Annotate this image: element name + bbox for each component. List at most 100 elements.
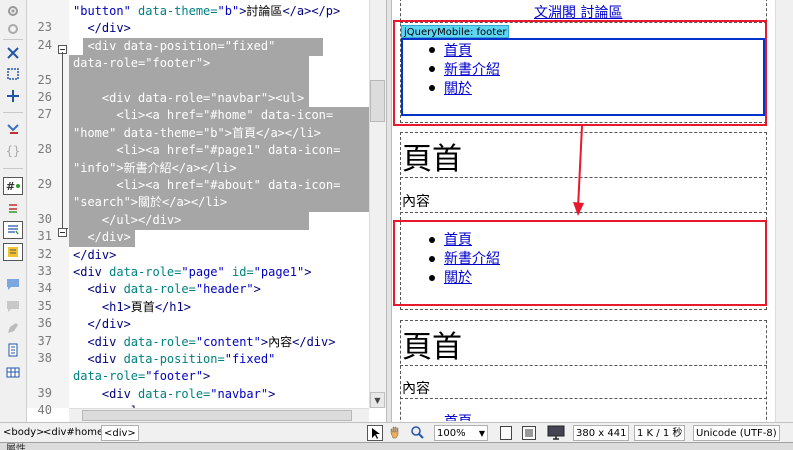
document-icon[interactable] — [3, 341, 23, 359]
code-token: <div — [73, 265, 102, 279]
code-token: <h1> — [73, 299, 131, 314]
line-number-gutter: 23 24 25 26 27 28 29 30 31 32 33 34 35 36 37 38 39 40 — [27, 0, 69, 417]
selection-highlight — [69, 72, 309, 91]
code-token: "#page1" — [203, 143, 261, 158]
line-number: 34 — [37, 281, 52, 296]
code-line[interactable]: <div data-role="header"> — [73, 281, 260, 298]
page1-header: 頁首 — [402, 142, 462, 177]
window-size-readout[interactable]: 380 x 441 — [573, 425, 630, 441]
code-line[interactable]: <div data-position="fixed" — [73, 351, 275, 368]
code-token: </h1> — [154, 299, 191, 314]
code-line[interactable]: "home" data-theme="b">首頁</a></li> — [73, 125, 321, 142]
code-line[interactable]: </ul></div> — [73, 212, 181, 229]
line-number: 40 — [37, 403, 52, 418]
code-token: "fixed" — [224, 352, 276, 366]
code-line[interactable]: data-role="footer"> — [73, 368, 210, 385]
properties-panel-bar[interactable]: 屬性 — [0, 442, 793, 450]
code-token: <li><a — [73, 143, 160, 158]
comment-icon[interactable] — [3, 120, 23, 138]
code-line[interactable]: <div data-role="content">內容</div> — [73, 334, 335, 351]
design-vertical-scrollbar[interactable] — [775, 0, 793, 422]
desktop-size-icon[interactable] — [546, 425, 566, 441]
code-token: "navbar" — [210, 386, 269, 401]
code-line[interactable]: </div> — [73, 229, 130, 246]
code-token: > — [203, 369, 211, 384]
page1-content: 內容 — [402, 194, 430, 210]
code-line[interactable]: <div data-position="fixed" — [73, 38, 275, 55]
code-token: data-role= — [101, 265, 182, 279]
select-block-icon[interactable] — [3, 65, 23, 83]
code-token: data-role= — [73, 56, 146, 71]
code-vertical-scrollbar[interactable] — [369, 0, 386, 408]
code-token: href= — [159, 178, 204, 192]
code-token: data-icon= — [253, 108, 334, 123]
code-token: data-role= — [130, 91, 211, 105]
code-token: data-position= — [116, 352, 225, 366]
tag-selector-div[interactable]: <div> — [101, 425, 139, 441]
code-token: <div — [73, 282, 117, 297]
scroll-down-arrow-icon[interactable]: ▼ — [370, 392, 385, 408]
line-number: 37 — [37, 333, 52, 348]
page2-partial-link[interactable]: 首頁 — [444, 411, 472, 421]
pencil-icon[interactable] — [3, 319, 23, 337]
tablet-size-icon[interactable] — [522, 426, 536, 440]
gear-icon[interactable] — [3, 2, 23, 20]
top-nav-link[interactable]: 文淵閣 討論區 — [534, 2, 622, 22]
code-line[interactable]: "info">新書介紹</a></li> — [73, 160, 237, 177]
code-line[interactable]: <h1>頁首</h1> — [73, 299, 191, 316]
code-line[interactable]: "search">關於</a></li> — [73, 194, 227, 211]
code-token: 頁首 — [130, 299, 155, 314]
zoom-tool-icon[interactable] — [410, 425, 426, 441]
code-line[interactable]: <div data-role="navbar"><ul> — [73, 90, 304, 107]
code-token: "#about" — [203, 178, 261, 192]
code-token: </div> — [292, 334, 336, 349]
code-view[interactable]: "button" data-theme="b">討論區</a></p> </di… — [69, 0, 369, 408]
remove-comment-icon[interactable] — [3, 297, 23, 315]
code-token: "#home" — [203, 108, 254, 123]
code-line[interactable]: "button" data-theme="b">討論區</a></p> — [73, 3, 340, 20]
code-token: "info" — [73, 160, 117, 175]
hash-icon[interactable]: # — [3, 177, 23, 195]
code-token: "footer" — [145, 369, 204, 384]
code-token: id= — [224, 265, 254, 279]
hand-tool-icon[interactable] — [388, 425, 404, 441]
line-number: 28 — [37, 142, 52, 157]
format-icon[interactable] — [3, 243, 23, 261]
code-line[interactable]: <li><a href="#home" data-icon= — [73, 107, 333, 124]
code-line[interactable]: </div> — [73, 20, 130, 37]
code-token: data-role= — [116, 282, 196, 297]
comment-bubble-icon[interactable] — [3, 275, 23, 293]
pointer-tool-icon[interactable] — [367, 425, 383, 441]
code-line[interactable]: </div> — [73, 247, 116, 264]
properties-panel-label[interactable]: 屬性 — [6, 440, 26, 450]
table-icon[interactable] — [3, 363, 23, 381]
code-line[interactable]: </div> — [73, 316, 131, 333]
braces-icon[interactable]: {} — [3, 142, 23, 160]
code-vertical-scroll-thumb[interactable] — [370, 80, 385, 122]
design-view[interactable]: 文淵閣 討論區 jQueryMobile: footer 首頁 新書介紹 關於 … — [392, 0, 775, 422]
code-horizontal-scroll-thumb[interactable] — [82, 410, 352, 421]
code-token: > — [203, 56, 211, 71]
fold-collapse-31-icon[interactable] — [58, 228, 67, 237]
zoom-select[interactable]: 100% ▼ — [434, 425, 488, 441]
collapse-icon[interactable] — [3, 87, 23, 105]
code-token: </div> — [73, 317, 131, 332]
wrap-tag-icon[interactable] — [3, 199, 23, 217]
line-number: 23 — [37, 20, 52, 35]
code-line[interactable]: <li><a href="#page1" data-icon= — [73, 142, 340, 159]
code-line[interactable]: data-role="footer"> — [73, 55, 210, 72]
encoding-readout: Unicode (UTF-8) — [693, 425, 780, 441]
code-token: </ul></div> — [73, 212, 182, 227]
code-token: data-theme= — [130, 4, 218, 18]
code-token: </div> — [73, 247, 117, 262]
code-line[interactable]: <li><a href="#about" data-icon= — [73, 177, 340, 194]
code-line[interactable]: <div data-role="navbar"> — [73, 386, 275, 403]
code-token: 討論區 — [246, 4, 283, 18]
code-line[interactable]: <div data-role="page" id="page1"> — [73, 264, 311, 281]
expand-icon[interactable] — [3, 44, 23, 62]
mobile-size-icon[interactable] — [500, 426, 512, 440]
page2-header: 頁首 — [402, 330, 462, 365]
line-number: 29 — [37, 177, 52, 191]
settings-icon[interactable] — [3, 20, 23, 38]
indent-icon[interactable] — [3, 221, 23, 239]
